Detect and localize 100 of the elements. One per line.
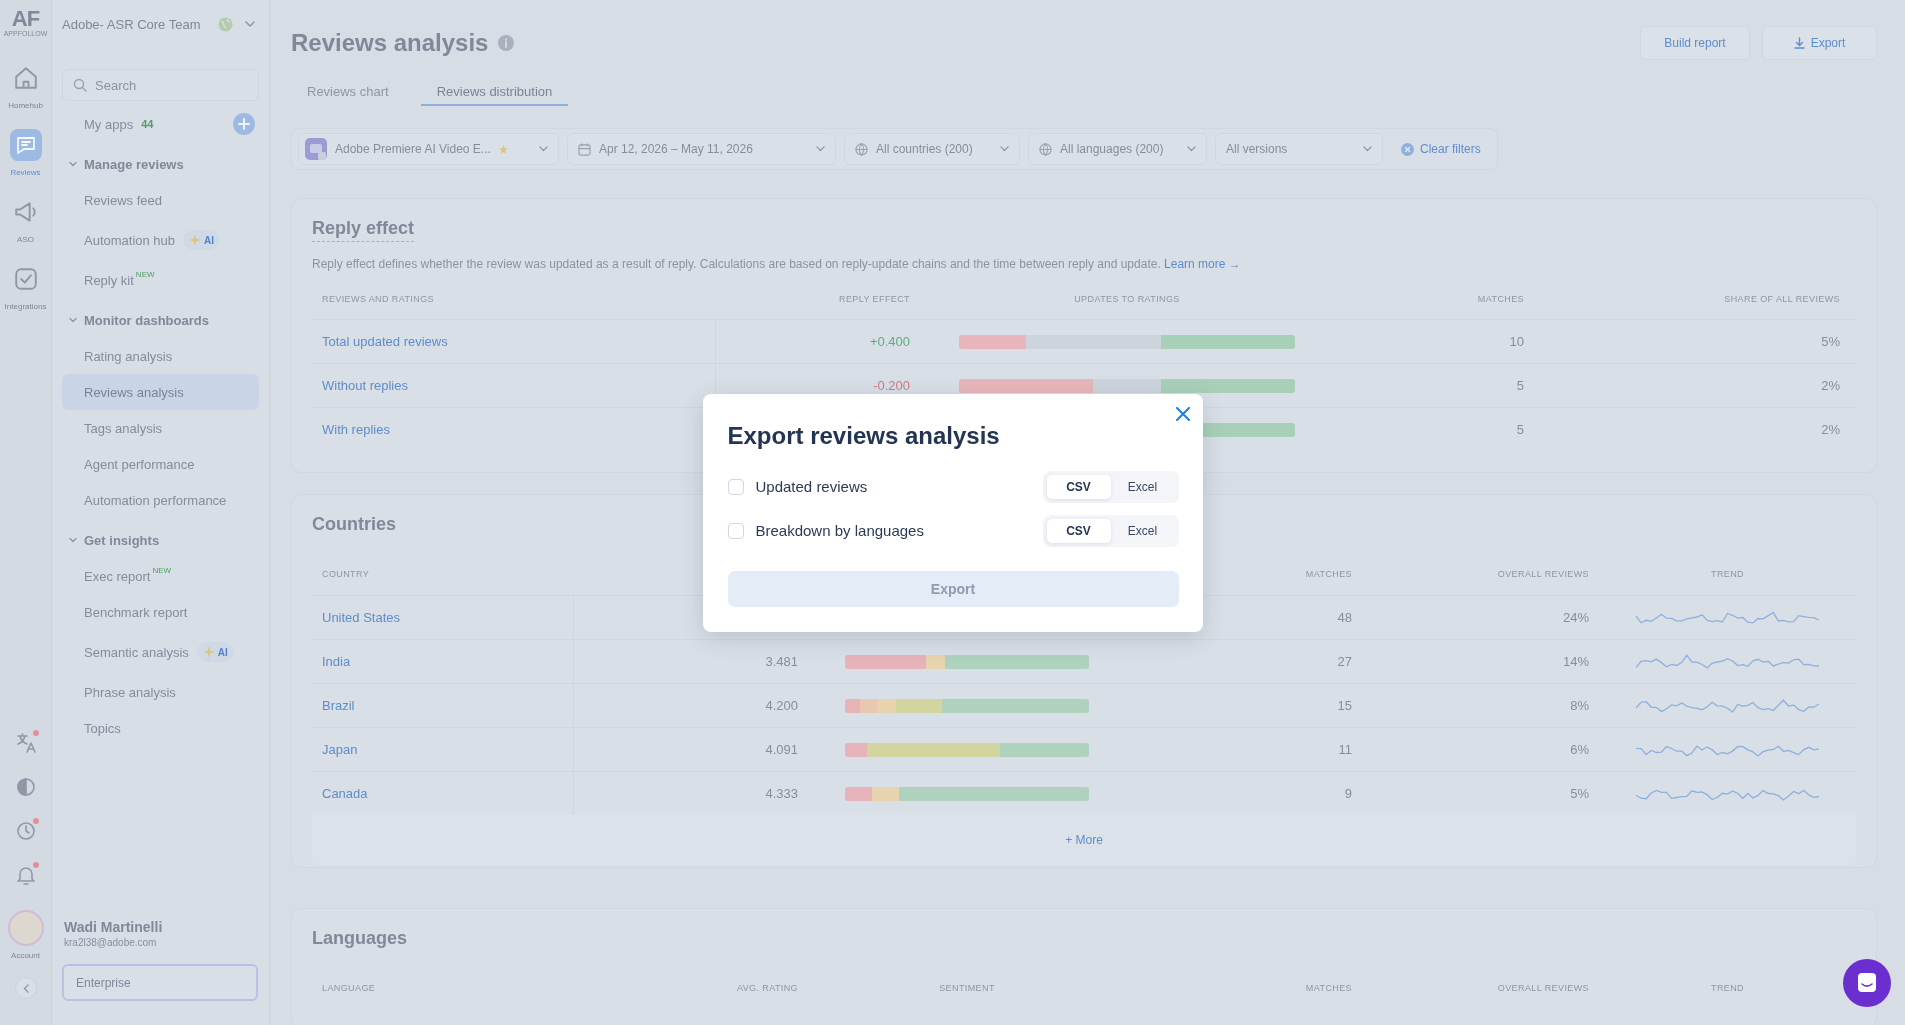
collapse-button[interactable] bbox=[14, 977, 37, 999]
rail-nav-button[interactable]: Reviews bbox=[0, 129, 52, 178]
sidebar-item[interactable]: Reviews analysis bbox=[62, 374, 259, 410]
reply-effect-value: +0.400 bbox=[869, 334, 910, 349]
option-label[interactable]: Updated reviews bbox=[755, 478, 868, 495]
info-icon[interactable] bbox=[498, 35, 515, 51]
tab[interactable]: Reviews distribution bbox=[420, 80, 569, 106]
sidebar-item[interactable]: Phrase analysis bbox=[62, 674, 259, 710]
card-title: Countries bbox=[312, 514, 396, 534]
table-cell: 4.333 bbox=[765, 786, 798, 801]
checked-square-icon bbox=[14, 268, 37, 290]
reply-effect-value: -0.200 bbox=[873, 378, 910, 393]
globe-icon bbox=[218, 16, 233, 32]
table-cell: 9 bbox=[1344, 786, 1352, 801]
card-title: Reply effect bbox=[312, 215, 415, 242]
chevron-left-icon bbox=[22, 983, 29, 993]
format-option[interactable]: Excel bbox=[1110, 474, 1175, 499]
search-field[interactable]: Search bbox=[62, 69, 259, 101]
table-cell: 5% bbox=[1570, 786, 1589, 801]
chevron-down-icon bbox=[68, 315, 78, 325]
row-link[interactable]: India bbox=[322, 654, 351, 669]
caret-down-icon bbox=[816, 146, 825, 152]
checkbox[interactable] bbox=[727, 478, 744, 495]
sidebar-item[interactable]: Automation hub AI bbox=[62, 218, 259, 262]
avatar[interactable] bbox=[7, 910, 44, 946]
megaphone-icon bbox=[14, 201, 37, 223]
row-link[interactable]: United States bbox=[322, 610, 401, 625]
rail-tool-button[interactable] bbox=[15, 821, 36, 841]
sparkle-icon bbox=[189, 234, 202, 246]
filter-dropdown[interactable]: All countries (200) bbox=[844, 133, 1020, 165]
column-header: OVERALL REVIEWS bbox=[1497, 569, 1589, 579]
column-header: TREND bbox=[1710, 569, 1745, 579]
table-cell: 8% bbox=[1570, 698, 1589, 713]
sidebar-item[interactable]: Rating analysis bbox=[62, 338, 259, 374]
sidebar-section-toggle[interactable]: Manage reviews bbox=[62, 146, 259, 182]
home-icon bbox=[14, 67, 37, 89]
rail-nav-button[interactable]: ASO bbox=[0, 196, 52, 245]
option-label[interactable]: Breakdown by languages bbox=[755, 522, 924, 539]
logo[interactable]: AF bbox=[11, 8, 40, 30]
row-link[interactable]: Japan bbox=[322, 742, 358, 757]
export-button[interactable]: Export bbox=[1762, 26, 1877, 60]
rail-tool-button[interactable] bbox=[15, 865, 36, 885]
bell-icon bbox=[15, 865, 36, 885]
filter-dropdown[interactable]: All versions bbox=[1215, 133, 1383, 165]
table-cell: 6% bbox=[1570, 742, 1589, 757]
plan-button[interactable]: Enterprise bbox=[62, 964, 258, 1001]
rail-tool-button[interactable] bbox=[15, 733, 36, 753]
workspace-switcher[interactable]: Adobe- ASR Core Team bbox=[62, 0, 259, 48]
row-link[interactable]: Canada bbox=[322, 786, 368, 801]
add-app-button[interactable] bbox=[233, 113, 255, 135]
table-cell: 15 bbox=[1337, 698, 1352, 713]
column-header: COUNTRY bbox=[322, 569, 370, 579]
rail-nav-button[interactable]: Homehub bbox=[0, 62, 52, 111]
row-link[interactable]: Without replies bbox=[322, 378, 408, 393]
tab[interactable]: Reviews chart bbox=[291, 80, 405, 106]
row-link[interactable]: With replies bbox=[322, 422, 390, 437]
filter-dropdown[interactable]: Apr 12, 2026 – May 11, 2026 bbox=[567, 133, 836, 165]
table-cell: 27 bbox=[1337, 654, 1352, 669]
column-header: UPDATES TO RATINGS bbox=[1073, 294, 1181, 304]
caret-down-icon bbox=[1187, 146, 1196, 152]
rail-nav-button[interactable]: Integrations bbox=[0, 263, 52, 312]
column-header: REVIEWS AND RATINGS bbox=[322, 294, 434, 304]
chat-button[interactable] bbox=[1843, 959, 1891, 1007]
table-cell: 10 bbox=[1509, 334, 1524, 349]
column-header: MATCHES bbox=[1305, 569, 1352, 579]
sidebar-item[interactable]: Automation performance bbox=[62, 482, 259, 518]
learn-more-link[interactable]: Learn more → bbox=[1164, 257, 1241, 271]
format-option[interactable]: Excel bbox=[1110, 518, 1175, 543]
format-option[interactable]: CSV bbox=[1046, 518, 1111, 543]
row-link[interactable]: Total updated reviews bbox=[322, 334, 448, 349]
row-link[interactable]: Brazil bbox=[322, 698, 355, 713]
table-cell: 5% bbox=[1821, 334, 1840, 349]
format-option[interactable]: CSV bbox=[1046, 474, 1111, 499]
sidebar-item[interactable]: Semantic analysis AI bbox=[62, 630, 259, 674]
build-report-button[interactable]: Build report bbox=[1640, 26, 1750, 60]
user-email: kra2l38@adobe.com bbox=[64, 936, 158, 950]
clear-filters-button[interactable]: Clear filters bbox=[1391, 133, 1491, 165]
chat-bubble-icon bbox=[9, 129, 42, 161]
sidebar-section-toggle[interactable]: Monitor dashboards bbox=[62, 302, 259, 338]
column-header: AVG. RATING bbox=[736, 983, 798, 993]
sidebar-item[interactable]: Tags analysis bbox=[62, 410, 259, 446]
table-cell: 24% bbox=[1562, 610, 1589, 625]
sidebar-section-toggle[interactable]: Get insights bbox=[62, 522, 259, 558]
rail-tool-button[interactable] bbox=[15, 777, 36, 797]
search-icon bbox=[73, 78, 87, 92]
sidebar-item[interactable]: My apps 44 bbox=[62, 106, 259, 142]
filter-dropdown[interactable]: Adobe Premiere AI Video E... bbox=[298, 133, 559, 165]
globe-icon bbox=[1039, 142, 1052, 156]
checkbox[interactable] bbox=[727, 522, 744, 539]
globe-icon bbox=[855, 142, 868, 156]
circle-x-icon bbox=[1401, 142, 1414, 156]
column-header: TREND bbox=[1710, 983, 1745, 993]
sidebar-item[interactable]: Benchmark report bbox=[62, 594, 259, 630]
sidebar-item[interactable]: Reviews feed bbox=[62, 182, 259, 218]
filter-dropdown[interactable]: All languages (200) bbox=[1028, 133, 1207, 165]
new-tag: NEW bbox=[152, 566, 172, 575]
workspace-name: Adobe- ASR Core Team bbox=[62, 16, 202, 32]
close-button[interactable] bbox=[1175, 406, 1190, 421]
sidebar-item[interactable]: Topics bbox=[62, 710, 259, 746]
sidebar-item[interactable]: Agent performance bbox=[62, 446, 259, 482]
